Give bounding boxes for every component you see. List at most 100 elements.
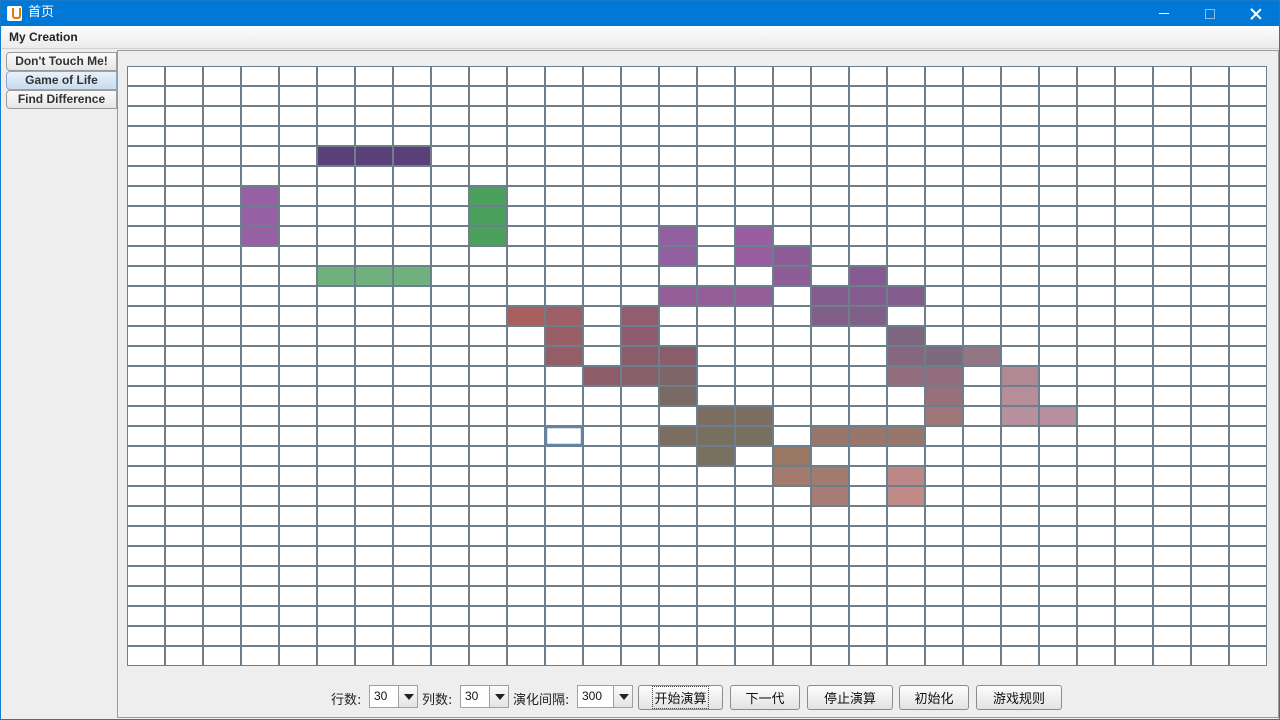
grid-cell[interactable] <box>735 386 773 406</box>
grid-cell[interactable] <box>887 606 925 626</box>
grid-cell[interactable] <box>849 186 887 206</box>
grid-cell[interactable] <box>317 606 355 626</box>
grid-cell[interactable] <box>583 546 621 566</box>
grid-cell[interactable] <box>735 646 773 666</box>
grid-cell[interactable] <box>1191 626 1229 646</box>
live-cell[interactable] <box>241 186 279 206</box>
grid-cell[interactable] <box>469 246 507 266</box>
grid-cell[interactable] <box>203 426 241 446</box>
live-cell[interactable] <box>811 466 849 486</box>
grid-cell[interactable] <box>1191 266 1229 286</box>
grid-cell[interactable] <box>1001 626 1039 646</box>
grid-cell[interactable] <box>203 566 241 586</box>
live-cell[interactable] <box>735 286 773 306</box>
grid-cell[interactable] <box>887 406 925 426</box>
grid-cell[interactable] <box>1191 86 1229 106</box>
grid-cell[interactable] <box>431 446 469 466</box>
grid-cell[interactable] <box>925 546 963 566</box>
grid-cell[interactable] <box>1115 166 1153 186</box>
grid-cell[interactable] <box>849 486 887 506</box>
grid-cell[interactable] <box>469 646 507 666</box>
grid-cell[interactable] <box>203 246 241 266</box>
grid-cell[interactable] <box>1229 446 1267 466</box>
grid-cell[interactable] <box>963 206 1001 226</box>
grid-cell[interactable] <box>849 646 887 666</box>
grid-cell[interactable] <box>545 566 583 586</box>
grid-cell[interactable] <box>127 426 165 446</box>
grid-cell[interactable] <box>469 626 507 646</box>
grid-cell[interactable] <box>1115 606 1153 626</box>
tab-find-difference[interactable]: Find Difference <box>6 90 117 109</box>
grid-cell[interactable] <box>393 506 431 526</box>
grid-cell[interactable] <box>621 246 659 266</box>
grid-cell[interactable] <box>279 466 317 486</box>
grid-cell[interactable] <box>431 306 469 326</box>
grid-cell[interactable] <box>697 526 735 546</box>
grid-cell[interactable] <box>773 286 811 306</box>
grid-cell[interactable] <box>355 86 393 106</box>
grid-cell[interactable] <box>317 166 355 186</box>
grid-cell[interactable] <box>165 306 203 326</box>
grid-cell[interactable] <box>811 546 849 566</box>
grid-cell[interactable] <box>545 526 583 546</box>
grid-cell[interactable] <box>1001 646 1039 666</box>
grid-cell[interactable] <box>735 126 773 146</box>
grid-cell[interactable] <box>1115 346 1153 366</box>
grid-cell[interactable] <box>1191 326 1229 346</box>
grid-cell[interactable] <box>849 106 887 126</box>
grid-cell[interactable] <box>127 446 165 466</box>
grid-cell[interactable] <box>1001 466 1039 486</box>
grid-cell[interactable] <box>1115 206 1153 226</box>
live-cell[interactable] <box>963 346 1001 366</box>
grid-cell[interactable] <box>773 86 811 106</box>
grid-cell[interactable] <box>279 226 317 246</box>
grid-cell[interactable] <box>849 126 887 146</box>
grid-cell[interactable] <box>355 246 393 266</box>
grid-cell[interactable] <box>393 286 431 306</box>
grid-cell[interactable] <box>1039 426 1077 446</box>
grid-cell[interactable] <box>1229 86 1267 106</box>
grid-cell[interactable] <box>203 306 241 326</box>
grid-cell[interactable] <box>849 606 887 626</box>
grid-cell[interactable] <box>583 386 621 406</box>
grid-cell[interactable] <box>925 66 963 86</box>
grid-cell[interactable] <box>1077 166 1115 186</box>
grid-cell[interactable] <box>963 626 1001 646</box>
grid-cell[interactable] <box>545 206 583 226</box>
grid-cell[interactable] <box>545 546 583 566</box>
grid-cell[interactable] <box>773 186 811 206</box>
grid-cell[interactable] <box>431 546 469 566</box>
grid-cell[interactable] <box>1191 486 1229 506</box>
grid-cell[interactable] <box>393 386 431 406</box>
grid-cell[interactable] <box>963 406 1001 426</box>
grid-cell[interactable] <box>127 286 165 306</box>
live-cell[interactable] <box>849 286 887 306</box>
grid-cell[interactable] <box>1191 346 1229 366</box>
live-cell[interactable] <box>583 366 621 386</box>
grid-cell[interactable] <box>393 426 431 446</box>
grid-cell[interactable] <box>583 586 621 606</box>
grid-cell[interactable] <box>811 206 849 226</box>
grid-cell[interactable] <box>241 446 279 466</box>
grid-cell[interactable] <box>811 326 849 346</box>
grid-cell[interactable] <box>697 506 735 526</box>
grid-cell[interactable] <box>507 86 545 106</box>
grid-cell[interactable] <box>963 66 1001 86</box>
grid-cell[interactable] <box>849 386 887 406</box>
grid-cell[interactable] <box>165 206 203 226</box>
grid-cell[interactable] <box>469 486 507 506</box>
grid-cell[interactable] <box>279 506 317 526</box>
grid-cell[interactable] <box>127 146 165 166</box>
grid-cell[interactable] <box>1153 466 1191 486</box>
grid-cell[interactable] <box>165 86 203 106</box>
live-cell[interactable] <box>849 306 887 326</box>
grid-cell[interactable] <box>469 406 507 426</box>
grid-cell[interactable] <box>355 626 393 646</box>
grid-cell[interactable] <box>1153 526 1191 546</box>
grid-cell[interactable] <box>811 366 849 386</box>
rows-select[interactable]: 30 <box>369 685 418 708</box>
grid-cell[interactable] <box>469 146 507 166</box>
grid-cell[interactable] <box>1001 86 1039 106</box>
grid-cell[interactable] <box>963 266 1001 286</box>
grid-cell[interactable] <box>963 546 1001 566</box>
